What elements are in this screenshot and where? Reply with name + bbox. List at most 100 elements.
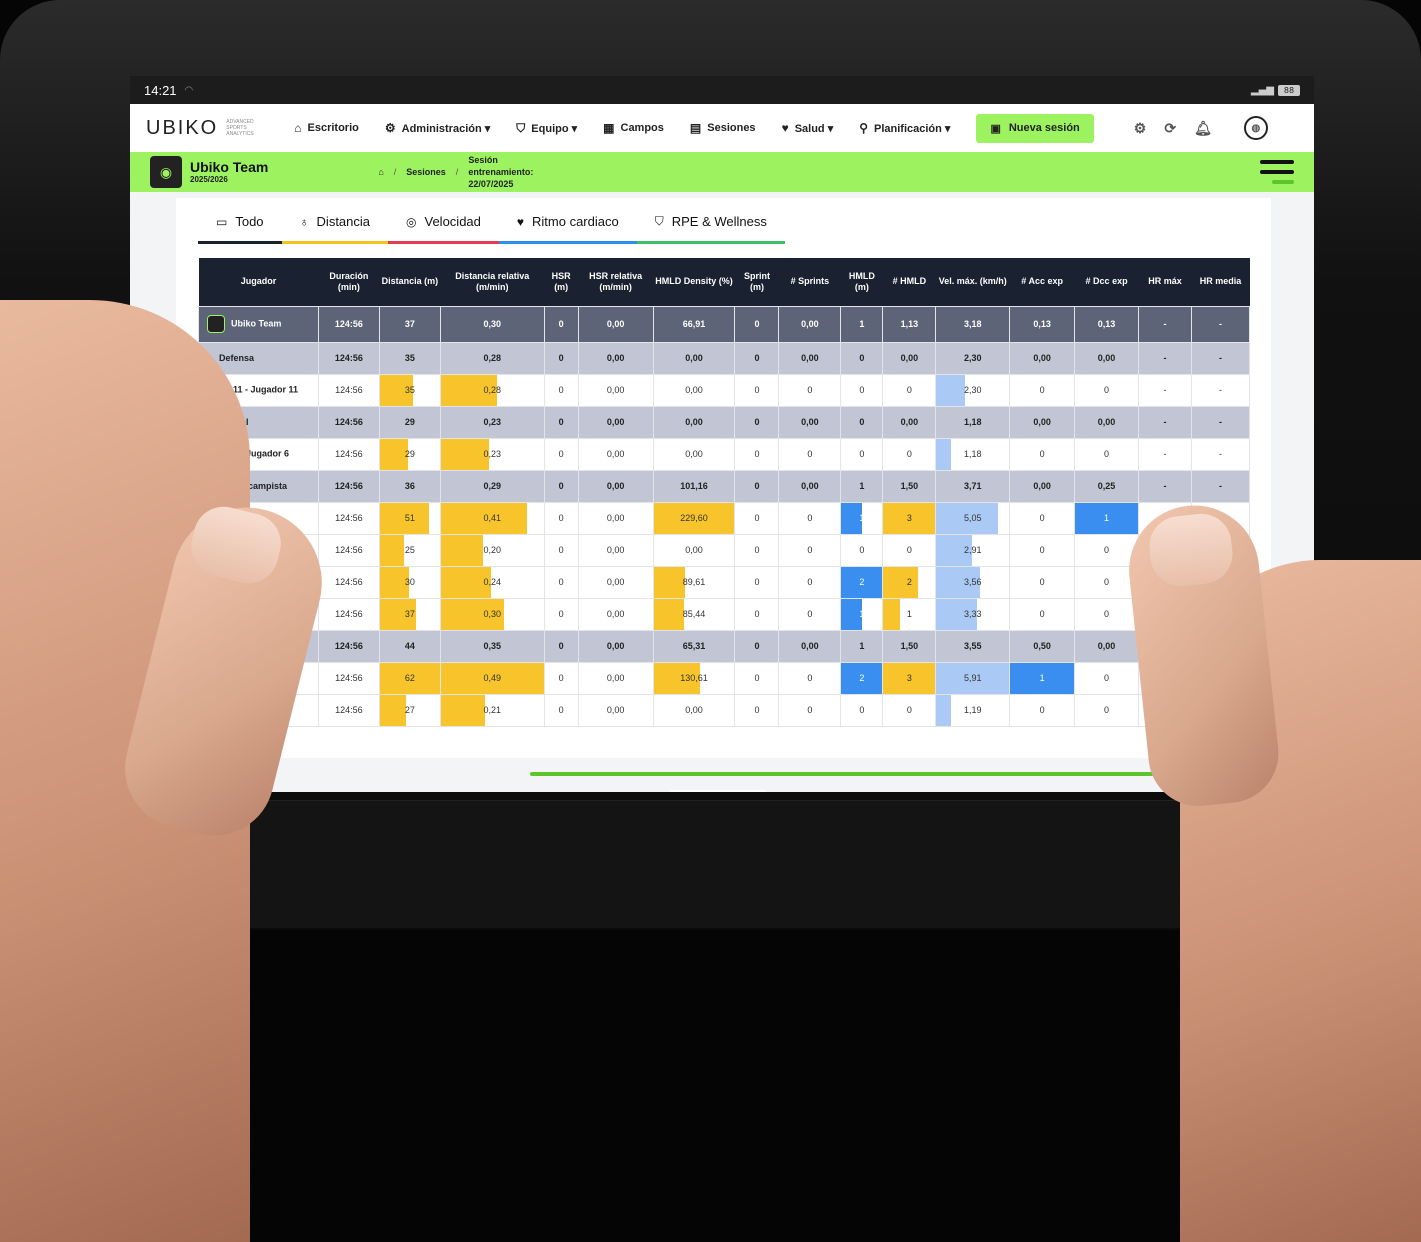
- tab-velocidad[interactable]: ◎ Velocidad: [388, 208, 499, 244]
- home-icon[interactable]: ⌂: [378, 167, 383, 177]
- user-power-icon[interactable]: ◍: [1243, 116, 1268, 140]
- cell-value: -: [1163, 353, 1167, 363]
- menu-icon[interactable]: [1260, 160, 1294, 184]
- cell-value: 0,00: [606, 417, 625, 427]
- table-cell: 1,50: [882, 469, 937, 503]
- column-header[interactable]: # Dcc exp: [1074, 258, 1139, 306]
- nav-equipo[interactable]: ⛉ Equipo ▾: [516, 121, 577, 136]
- new-session-button[interactable]: ▣ Nueva sesión: [976, 113, 1094, 143]
- cell-value: 1: [859, 641, 865, 651]
- player-name: Defensa: [219, 353, 255, 363]
- table-cell: 51: [378, 501, 441, 535]
- nav-label: Sesiones: [707, 122, 756, 134]
- table-cell: 0: [1074, 661, 1140, 695]
- group-row[interactable]: 124:56 44 0,35 0 0,00 65,31 0 0,00 1 1,50 3,55 0,50…: [198, 629, 1250, 663]
- tab-rpe-wellness[interactable]: ⛉ RPE & Wellness: [636, 208, 785, 244]
- table-cell: 0,00: [577, 437, 654, 471]
- wifi-icon: ◠: [184, 84, 194, 96]
- column-header[interactable]: Distancia relativa (m/min): [440, 258, 545, 306]
- table-cell: 0: [543, 597, 579, 631]
- nav-salud[interactable]: ♥ Salud ▾: [782, 121, 834, 135]
- battery-icon: 88: [1278, 84, 1300, 96]
- table-cell: 0: [1009, 437, 1076, 471]
- tab-ritmo-cardiaco[interactable]: ♥ Ritmo cardiaco: [498, 208, 637, 244]
- column-header[interactable]: # HMLD: [882, 258, 936, 306]
- cell-value: 0: [558, 385, 564, 395]
- bell-icon[interactable]: 🔔︎: [1194, 120, 1212, 137]
- nav-escritorio[interactable]: ⌂ Escritorio: [294, 121, 359, 135]
- column-header[interactable]: HSR relativa (m/min): [578, 258, 654, 306]
- nav-administracion[interactable]: ⚙ Administración ▾: [385, 121, 490, 135]
- cell-value: 124:56: [335, 577, 363, 587]
- tab-distancia[interactable]: ♁ Distancia: [281, 208, 389, 244]
- table-cell: 0,30: [439, 597, 545, 631]
- cell-value: 0: [558, 609, 564, 619]
- column-header[interactable]: Jugador: [198, 258, 319, 306]
- player-row[interactable]: ugador 29124:56270,2100,000,0000001,1900…: [198, 693, 1250, 727]
- horizontal-scrollbar[interactable]: [530, 772, 1210, 776]
- tab-todo[interactable]: ▭ Todo: [198, 208, 282, 244]
- player-row[interactable]: ador 25124:56620,4900,00130,6100235,9110: [198, 661, 1250, 695]
- metric-bar: [440, 534, 483, 566]
- table-cell: 29: [378, 405, 441, 439]
- player-row[interactable]: dor 2124:56510,4100,00229,6000135,0501: [198, 501, 1250, 535]
- column-header[interactable]: Duración (min): [318, 258, 380, 306]
- cell-value: 124:56: [335, 545, 363, 555]
- status-bar: 14:21 ◠ ▂▄▆ 88: [130, 76, 1314, 104]
- home-indicator[interactable]: [670, 790, 766, 792]
- nav-sesiones[interactable]: ▤ Sesiones: [690, 121, 756, 135]
- table-cell: -: [1190, 405, 1250, 439]
- table-cell: 0: [778, 501, 842, 535]
- cell-value: 0,00: [685, 353, 703, 363]
- column-header[interactable]: HR media: [1191, 258, 1250, 306]
- cell-value: 2,30: [963, 353, 982, 363]
- cell-value: 1,18: [963, 417, 982, 427]
- column-header[interactable]: HMLD (m): [840, 258, 883, 306]
- cell-value: 0,00: [900, 417, 919, 427]
- player-row[interactable]: 10124:56250,2000,000,0000002,9100: [198, 533, 1250, 567]
- nav-campos[interactable]: ▦ Campos: [603, 121, 664, 135]
- player-row[interactable]: 6 - Jugador 6 124:56 29 0,23 0 0,00 0,00 0 0 0 0 1,…: [198, 437, 1250, 471]
- table-cell: 0: [543, 661, 579, 695]
- column-header[interactable]: # Sprints: [778, 258, 841, 306]
- nav-planificacion[interactable]: ⚲ Planificación ▾: [859, 121, 950, 135]
- refresh-icon[interactable]: ⟳: [1164, 120, 1176, 137]
- cell-value: 0,00: [1033, 353, 1051, 363]
- cell-value: -: [1163, 417, 1167, 427]
- table-cell: 124:56: [317, 373, 380, 407]
- cell-value: 0,00: [801, 353, 819, 363]
- column-header[interactable]: Distancia (m): [379, 258, 441, 306]
- player-row[interactable]: r 28124:56370,3000,0085,4400113,3300: [198, 597, 1250, 631]
- app-logo[interactable]: UBIKO: [146, 117, 218, 140]
- cell-value: 0,30: [483, 609, 502, 619]
- cell-value: 0,41: [483, 513, 502, 523]
- table-cell: 0: [778, 533, 842, 567]
- group-row[interactable]: Centrocampista 124:56 36 0,29 0 0,00 101,16 0 0,…: [198, 469, 1250, 503]
- calendar-plus-icon: ▣: [990, 122, 1001, 135]
- table-cell: 0: [1074, 597, 1140, 631]
- settings-icon[interactable]: ⚙: [1134, 120, 1147, 137]
- table-cell: 0: [778, 373, 842, 407]
- table-cell: 0,30: [439, 305, 545, 343]
- cell-value: 0: [1104, 449, 1110, 459]
- column-header[interactable]: HMLD Density (%): [653, 258, 735, 306]
- table-cell: 0,00: [577, 405, 654, 439]
- column-header[interactable]: Sprint (m): [734, 258, 779, 306]
- table-cell: 0,00: [652, 693, 736, 727]
- column-header[interactable]: Vel. máx. (km/h): [935, 258, 1010, 306]
- table-cell: 0: [778, 661, 842, 695]
- player-row[interactable]: 14124:56300,2400,0089,6100223,5600: [198, 565, 1250, 599]
- column-header[interactable]: HR máx: [1138, 258, 1192, 306]
- nav-label: Escritorio: [307, 122, 359, 134]
- player-name-cell[interactable]: Ubiko Team: [198, 305, 319, 343]
- cell-value: 0,13: [1097, 319, 1116, 329]
- breadcrumb-sessions[interactable]: Sesiones: [406, 167, 446, 177]
- column-header[interactable]: HSR (m): [544, 258, 579, 306]
- group-row[interactable]: Defensa 124:56 35 0,28 0 0,00 0,00 0 0,00 0 0,00 2,…: [198, 341, 1250, 375]
- cell-value: 0,30: [483, 319, 502, 329]
- team-row[interactable]: Ubiko Team 124:56 37 0,30 0 0,00 66,91 0 0,00 1 1,…: [198, 305, 1250, 343]
- group-row[interactable]: Lateral124:56290,2300,000,0000,0000,001,…: [198, 405, 1250, 439]
- player-row[interactable]: 11 - Jugador 11 124:56 35 0,28 0 0,00 0,00 0 0 0 0…: [198, 373, 1250, 407]
- cell-value: -: [1218, 449, 1222, 459]
- column-header[interactable]: # Acc exp: [1009, 258, 1075, 306]
